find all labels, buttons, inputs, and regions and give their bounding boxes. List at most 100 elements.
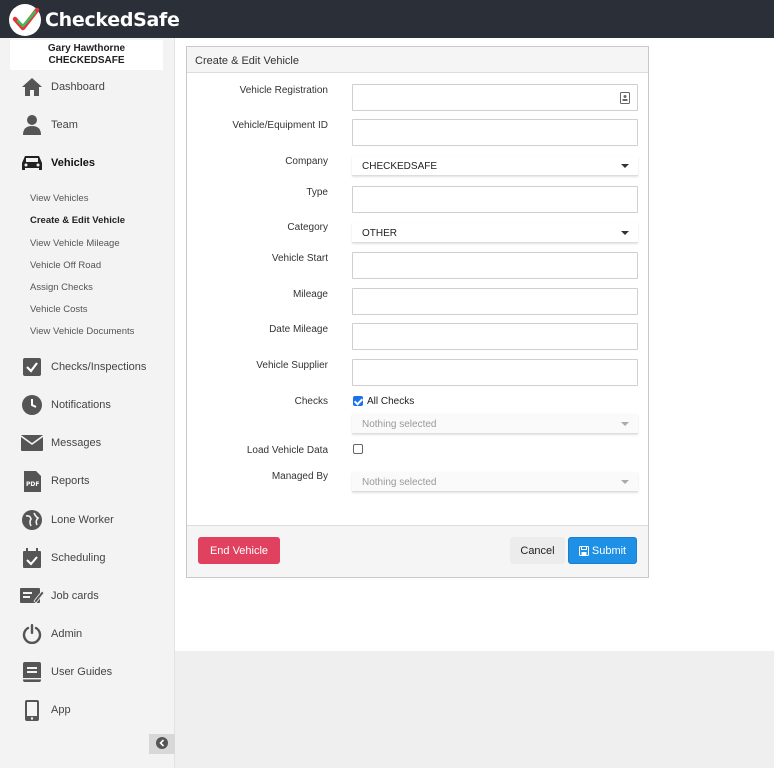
top-bar: CheckedSafe bbox=[0, 0, 774, 38]
globe-icon bbox=[20, 508, 44, 532]
sidebar-item-reports[interactable]: PDF Reports bbox=[0, 465, 175, 497]
submit-button-label: Submit bbox=[591, 544, 627, 557]
form-footer: End Vehicle Cancel Submit bbox=[187, 525, 648, 577]
chevron-down-icon bbox=[621, 231, 629, 235]
sidebar-item-messages[interactable]: Messages bbox=[0, 427, 175, 459]
sidebar-label-job-cards: Job cards bbox=[51, 590, 99, 602]
envelope-icon bbox=[20, 431, 44, 455]
sidebar-item-user-guides[interactable]: User Guides bbox=[0, 656, 175, 688]
company-select-value: CHECKEDSAFE bbox=[362, 161, 438, 172]
sidebar-label-reports: Reports bbox=[51, 475, 90, 487]
panel-title: Create & Edit Vehicle bbox=[187, 47, 648, 73]
sidebar-item-job-cards[interactable]: Job cards bbox=[0, 580, 175, 612]
mileage-input[interactable] bbox=[352, 288, 638, 315]
sidebar: Gary Hawthorne CHECKEDSAFE Dashboard Tea… bbox=[0, 38, 175, 768]
content-background bbox=[175, 651, 774, 768]
label-vehicle-supplier: Vehicle Supplier bbox=[256, 360, 328, 371]
chevron-down-icon bbox=[621, 480, 629, 484]
load-vehicle-data-checkbox[interactable] bbox=[353, 444, 363, 454]
sidebar-item-notifications[interactable]: Notifications bbox=[0, 389, 175, 421]
sidebar-item-app[interactable]: App bbox=[0, 694, 175, 726]
app-name: CheckedSafe bbox=[45, 9, 180, 31]
chevron-down-icon bbox=[621, 164, 629, 168]
sidebar-label-messages: Messages bbox=[51, 437, 102, 449]
user-name: Gary Hawthorne bbox=[47, 43, 126, 54]
contact-card-icon bbox=[620, 92, 630, 107]
label-vehicle-start: Vehicle Start bbox=[271, 253, 328, 264]
sidebar-label-admin: Admin bbox=[51, 628, 83, 640]
sidebar-subitem-view-vehicle-mileage[interactable]: View Vehicle Mileage bbox=[30, 238, 120, 249]
sidebar-label-team: Team bbox=[51, 119, 78, 131]
end-vehicle-button[interactable]: End Vehicle bbox=[198, 537, 280, 564]
label-date-mileage: Date Mileage bbox=[269, 324, 328, 335]
sidebar-label-lone-worker: Lone Worker bbox=[51, 514, 114, 526]
user-card: Gary Hawthorne CHECKEDSAFE bbox=[10, 40, 163, 70]
sidebar-subitem-view-vehicles[interactable]: View Vehicles bbox=[30, 193, 88, 204]
sidebar-item-lone-worker[interactable]: Lone Worker bbox=[0, 504, 175, 536]
sidebar-item-dashboard[interactable]: Dashboard bbox=[0, 71, 175, 103]
car-icon bbox=[20, 151, 44, 175]
label-category: Category bbox=[287, 222, 328, 233]
submit-button[interactable]: Submit bbox=[568, 537, 637, 564]
vehicle-supplier-input[interactable] bbox=[352, 359, 638, 386]
label-company: Company bbox=[285, 156, 328, 167]
vehicle-form-panel: Create & Edit Vehicle Vehicle Registrati… bbox=[186, 46, 649, 578]
sidebar-subitem-create-edit-vehicle[interactable]: Create & Edit Vehicle bbox=[30, 215, 125, 226]
checkbox-icon bbox=[20, 355, 44, 379]
sidebar-label-notifications: Notifications bbox=[51, 399, 111, 411]
managed-by-select[interactable]: Nothing selected bbox=[352, 472, 638, 492]
app-logo[interactable]: CheckedSafe bbox=[9, 4, 180, 36]
label-checks: Checks bbox=[294, 396, 328, 407]
label-vehicle-equipment-id: Vehicle/Equipment ID bbox=[232, 120, 328, 131]
sidebar-item-scheduling[interactable]: Scheduling bbox=[0, 542, 175, 574]
label-load-vehicle-data: Load Vehicle Data bbox=[246, 445, 328, 456]
vehicle-registration-input[interactable] bbox=[352, 84, 638, 111]
chevron-down-icon bbox=[621, 422, 629, 426]
clock-icon bbox=[20, 393, 44, 417]
all-checks-checkbox[interactable] bbox=[353, 396, 363, 406]
power-icon bbox=[20, 622, 44, 646]
user-company: CHECKEDSAFE bbox=[48, 55, 125, 66]
category-select[interactable]: OTHER bbox=[352, 223, 638, 243]
checkmark-logo-icon bbox=[9, 4, 41, 36]
vehicle-equipment-id-input[interactable] bbox=[352, 119, 638, 146]
user-icon bbox=[20, 113, 44, 137]
sidebar-subitem-vehicle-off-road[interactable]: Vehicle Off Road bbox=[30, 260, 101, 271]
sidebar-item-team[interactable]: Team bbox=[0, 109, 175, 141]
sidebar-label-scheduling: Scheduling bbox=[51, 552, 106, 564]
calendar-check-icon bbox=[20, 546, 44, 570]
label-vehicle-registration: Vehicle Registration bbox=[239, 85, 328, 96]
checks-select-value: Nothing selected bbox=[362, 419, 437, 430]
sidebar-subitem-assign-checks[interactable]: Assign Checks bbox=[30, 282, 93, 293]
sidebar-item-vehicles[interactable]: Vehicles bbox=[0, 147, 175, 179]
save-icon bbox=[578, 545, 589, 556]
sidebar-label-vehicles: Vehicles bbox=[51, 157, 96, 169]
sidebar-item-admin[interactable]: Admin bbox=[0, 618, 175, 650]
type-input[interactable] bbox=[352, 186, 638, 213]
sidebar-label-app: App bbox=[51, 704, 71, 716]
date-mileage-input[interactable] bbox=[352, 323, 638, 350]
sidebar-item-checks[interactable]: Checks/Inspections bbox=[0, 351, 175, 383]
label-type: Type bbox=[306, 187, 328, 198]
category-select-value: OTHER bbox=[362, 228, 397, 239]
checks-select[interactable]: Nothing selected bbox=[352, 414, 638, 434]
home-icon bbox=[20, 75, 44, 99]
mobile-phone-icon bbox=[20, 698, 44, 722]
sidebar-label-dashboard: Dashboard bbox=[51, 81, 105, 93]
label-mileage: Mileage bbox=[292, 289, 328, 300]
company-select[interactable]: CHECKEDSAFE bbox=[352, 156, 638, 176]
sidebar-subitem-vehicle-costs[interactable]: Vehicle Costs bbox=[30, 304, 88, 315]
collapse-sidebar-button[interactable] bbox=[149, 734, 175, 754]
all-checks-label[interactable]: All Checks bbox=[367, 396, 414, 407]
cancel-button[interactable]: Cancel bbox=[510, 537, 565, 564]
sidebar-label-user-guides: User Guides bbox=[51, 666, 113, 678]
edit-card-icon bbox=[20, 584, 44, 608]
book-icon bbox=[20, 660, 44, 684]
arrow-left-circle-icon bbox=[156, 736, 168, 752]
sidebar-label-checks: Checks/Inspections bbox=[51, 361, 147, 373]
svg-text:PDF: PDF bbox=[26, 481, 39, 488]
pdf-file-icon: PDF bbox=[20, 469, 44, 493]
sidebar-subitem-view-vehicle-documents[interactable]: View Vehicle Documents bbox=[30, 326, 134, 337]
vehicle-start-input[interactable] bbox=[352, 252, 638, 279]
label-managed-by: Managed By bbox=[271, 471, 328, 482]
